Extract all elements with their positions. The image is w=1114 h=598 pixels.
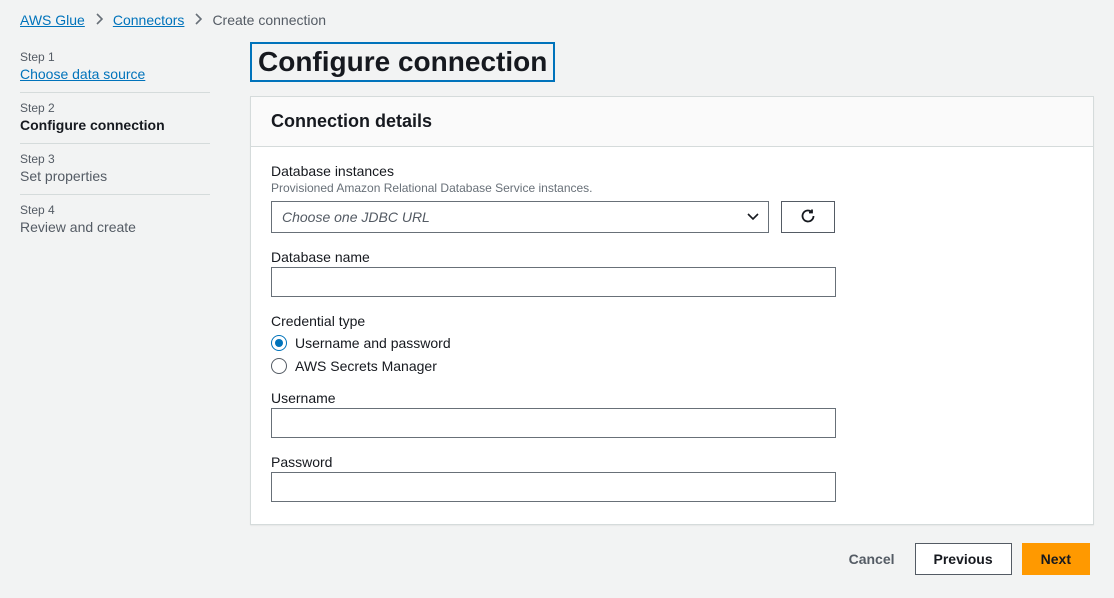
- field-desc: Provisioned Amazon Relational Database S…: [271, 181, 1073, 195]
- step-label: Configure connection: [20, 117, 210, 133]
- select-placeholder: Choose one JDBC URL: [282, 209, 430, 225]
- radio-label: Username and password: [295, 335, 451, 351]
- step-num: Step 1: [20, 50, 210, 64]
- step-choose-data-source[interactable]: Step 1 Choose data source: [20, 42, 210, 93]
- step-num: Step 4: [20, 203, 210, 217]
- database-instances-field: Database instances Provisioned Amazon Re…: [271, 163, 1073, 233]
- breadcrumb: AWS Glue Connectors Create connection: [20, 12, 1094, 28]
- radio-label: AWS Secrets Manager: [295, 358, 437, 374]
- radio-username-password[interactable]: Username and password: [271, 335, 1073, 351]
- field-label: Database name: [271, 249, 1073, 265]
- refresh-button[interactable]: [781, 201, 835, 233]
- step-label: Review and create: [20, 219, 210, 235]
- step-configure-connection: Step 2 Configure connection: [20, 93, 210, 144]
- cancel-button[interactable]: Cancel: [839, 551, 905, 567]
- database-name-field: Database name: [271, 249, 1073, 297]
- password-field: Password: [271, 454, 1073, 502]
- step-set-properties: Step 3 Set properties: [20, 144, 210, 195]
- username-input[interactable]: [271, 408, 836, 438]
- database-name-input[interactable]: [271, 267, 836, 297]
- radio-icon: [271, 358, 287, 374]
- step-label: Set properties: [20, 168, 210, 184]
- chevron-right-icon: [95, 12, 103, 28]
- radio-icon: [271, 335, 287, 351]
- step-num: Step 3: [20, 152, 210, 166]
- panel-title: Connection details: [251, 97, 1093, 147]
- field-label: Username: [271, 390, 1073, 406]
- previous-button[interactable]: Previous: [915, 543, 1012, 575]
- next-button[interactable]: Next: [1022, 543, 1090, 575]
- step-num: Step 2: [20, 101, 210, 115]
- connection-details-panel: Connection details Database instances Pr…: [250, 96, 1094, 525]
- credential-type-field: Credential type Username and password AW…: [271, 313, 1073, 374]
- field-label: Credential type: [271, 313, 1073, 329]
- field-label: Password: [271, 454, 1073, 470]
- password-input[interactable]: [271, 472, 836, 502]
- radio-aws-secrets-manager[interactable]: AWS Secrets Manager: [271, 358, 1073, 374]
- database-instances-select[interactable]: Choose one JDBC URL: [271, 201, 769, 233]
- page-title: Configure connection: [250, 42, 555, 82]
- breadcrumb-current: Create connection: [212, 12, 326, 28]
- wizard-footer: Cancel Previous Next: [250, 543, 1094, 575]
- step-nav: Step 1 Choose data source Step 2 Configu…: [20, 42, 210, 575]
- step-label[interactable]: Choose data source: [20, 66, 210, 82]
- refresh-icon: [800, 208, 816, 227]
- username-field: Username: [271, 390, 1073, 438]
- chevron-right-icon: [194, 12, 202, 28]
- breadcrumb-aws-glue[interactable]: AWS Glue: [20, 12, 85, 28]
- main-content: Configure connection Connection details …: [250, 42, 1094, 575]
- step-review-create: Step 4 Review and create: [20, 195, 210, 245]
- breadcrumb-connectors[interactable]: Connectors: [113, 12, 185, 28]
- field-label: Database instances: [271, 163, 1073, 179]
